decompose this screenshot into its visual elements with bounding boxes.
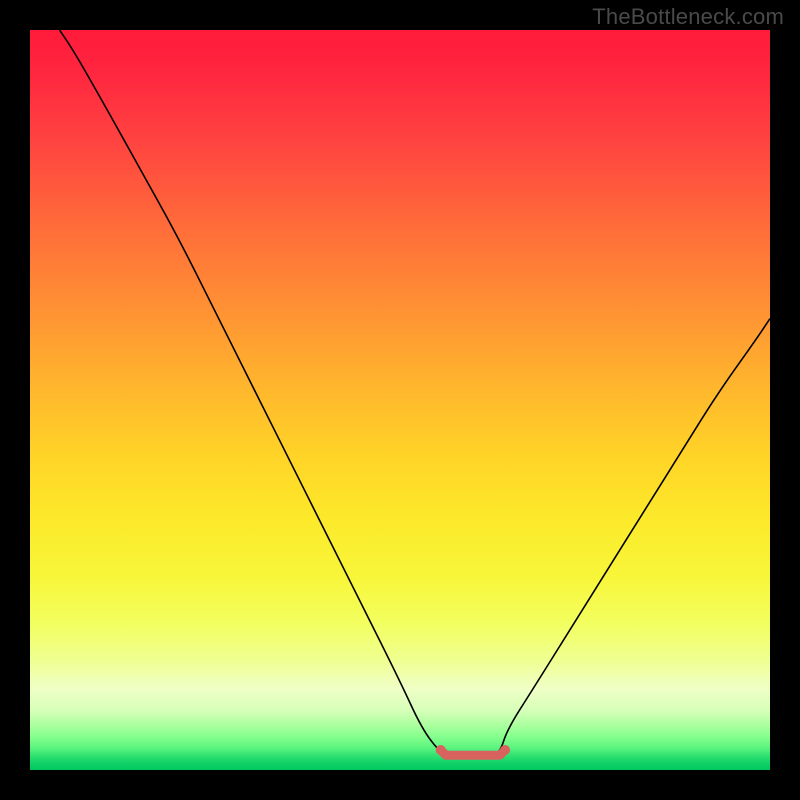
- plot-area: [30, 30, 770, 770]
- optimal-band-dot: [436, 745, 446, 755]
- bottleneck-curve: [60, 30, 770, 755]
- chart-svg: [30, 30, 770, 770]
- brand-credit: TheBottleneck.com: [592, 4, 784, 30]
- outer-frame: TheBottleneck.com: [0, 0, 800, 800]
- optimal-band: [441, 750, 505, 755]
- optimal-band-dot: [500, 745, 510, 755]
